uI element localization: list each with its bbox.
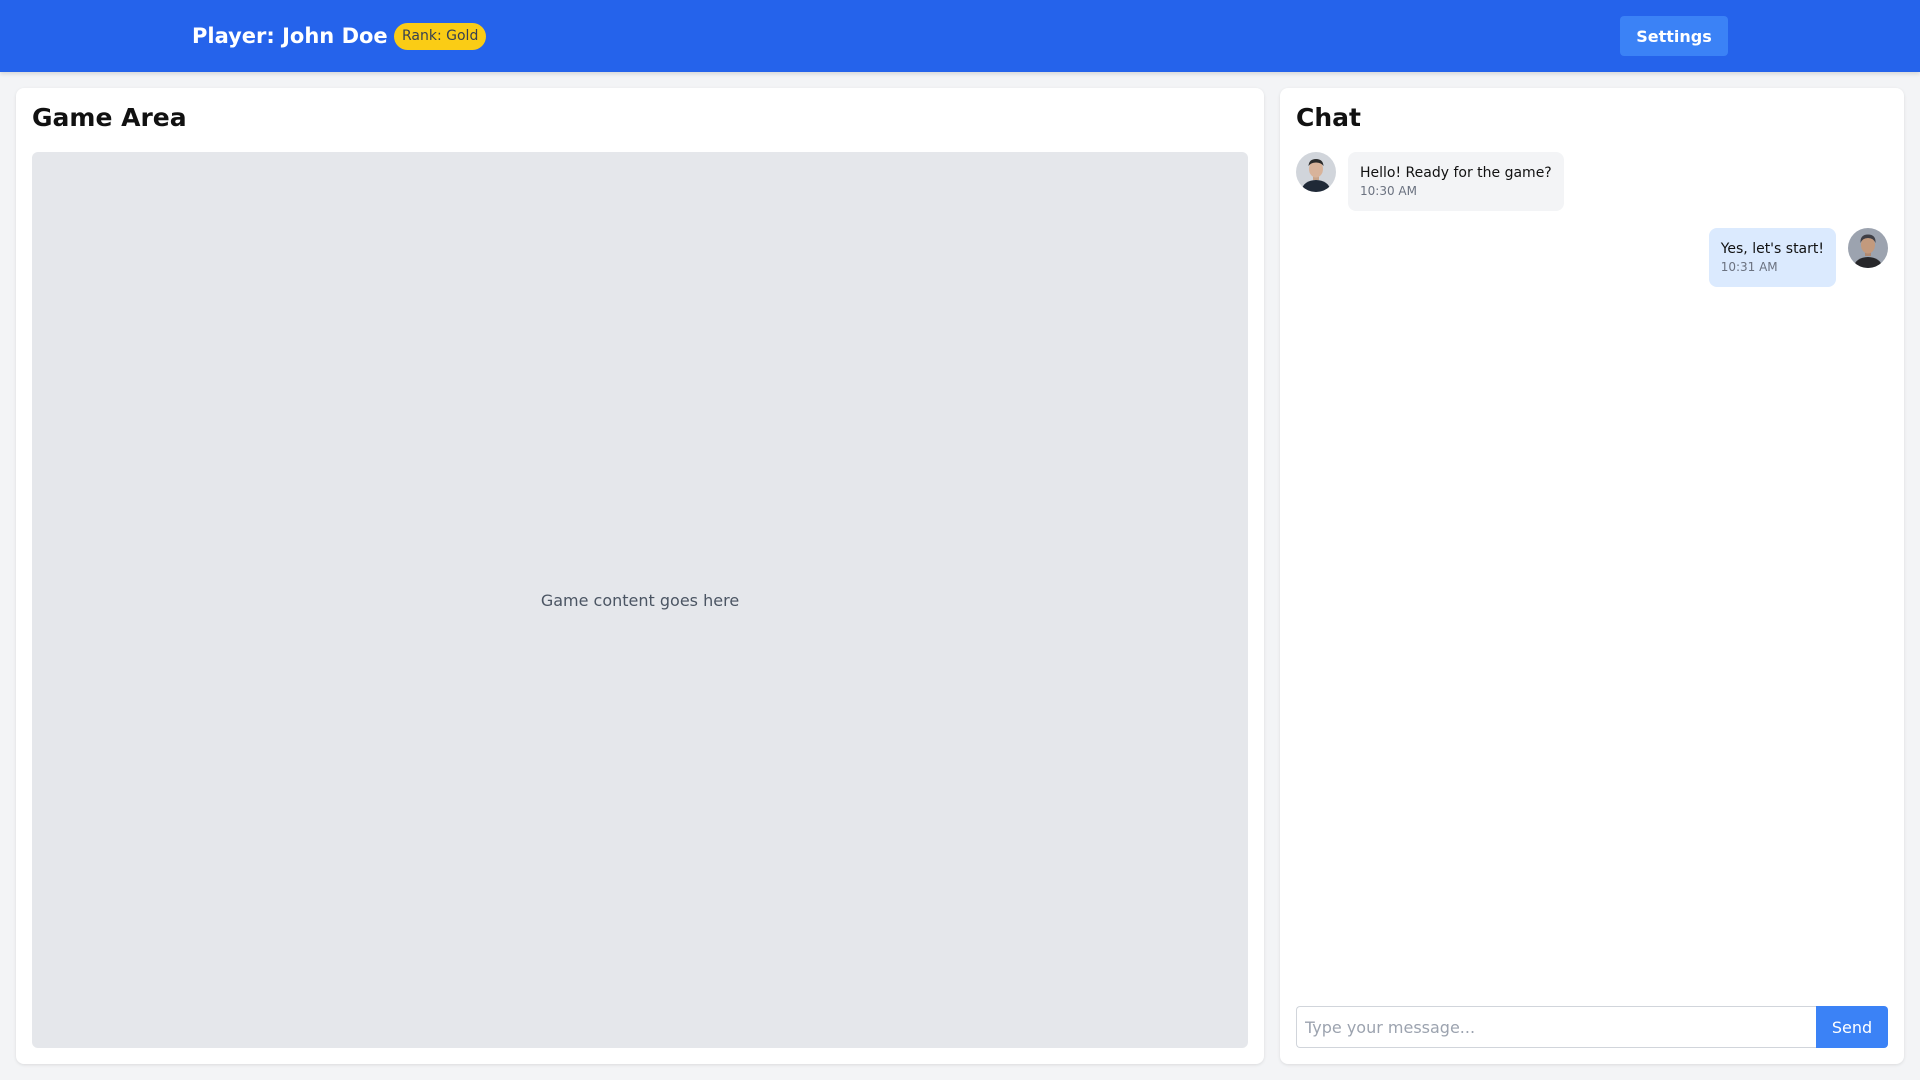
user-avatar-icon: [1848, 228, 1888, 268]
game-placeholder-text: Game content goes here: [540, 590, 740, 610]
chat-panel: Chat Hello! Ready for the game? 10:30 AM…: [1280, 88, 1904, 1064]
game-panel: Game Area Game content goes here: [16, 88, 1264, 1064]
chat-message: Yes, let's start! 10:31 AM: [1708, 228, 1888, 287]
chat-message: Hello! Ready for the game? 10:30 AM: [1296, 152, 1564, 211]
rank-badge: Rank: Gold: [394, 23, 487, 50]
game-area-title: Game Area: [32, 103, 187, 132]
message-text: Hello! Ready for the game?: [1360, 165, 1552, 181]
settings-button[interactable]: Settings: [1620, 16, 1728, 56]
message-bubble: Yes, let's start! 10:31 AM: [1708, 228, 1836, 287]
top-bar: Player: John Doe Rank: Gold Settings: [0, 0, 1920, 72]
message-time: 10:30 AM: [1360, 184, 1417, 198]
chat-message-input[interactable]: [1296, 1006, 1816, 1048]
send-button[interactable]: Send: [1816, 1006, 1888, 1048]
message-bubble: Hello! Ready for the game? 10:30 AM: [1348, 152, 1564, 211]
game-canvas[interactable]: Game content goes here: [32, 152, 1248, 1048]
user-avatar-icon: [1296, 152, 1336, 192]
player-name: Player: John Doe: [192, 24, 388, 48]
message-time: 10:31 AM: [1720, 260, 1778, 274]
chat-title: Chat: [1296, 103, 1361, 132]
message-text: Yes, let's start!: [1720, 241, 1824, 257]
chat-composer: Send: [1296, 1006, 1888, 1048]
